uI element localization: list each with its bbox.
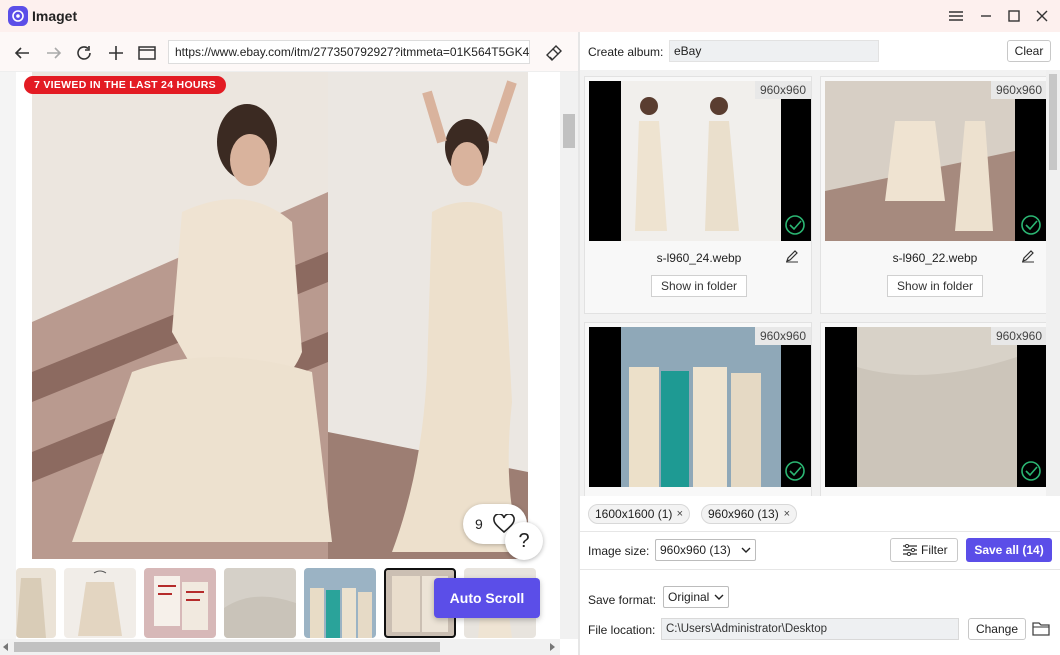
browser-toolbar: https://www.ebay.com/itm/277350792927?it…	[0, 32, 578, 72]
image-card[interactable]: 960x960	[584, 322, 812, 520]
thumbnail-item[interactable]	[144, 568, 216, 638]
image-card[interactable]: 960x960 s-l960_22.webp Show in folder	[820, 76, 1048, 314]
image-card[interactable]: 960x960	[820, 322, 1048, 520]
image-dimension-tag: 960x960	[754, 327, 811, 345]
save-settings: Save format: Original File location: C:\…	[580, 570, 1060, 655]
page-horizontal-scrollbar[interactable]	[0, 639, 560, 655]
product-main-image[interactable]	[32, 72, 528, 559]
image-grid: 960x960 s-l960_24.webp Show in folder 96…	[580, 70, 1060, 520]
filter-button[interactable]: Filter	[890, 538, 958, 562]
size-tags-row: 1600x1600 (1) × 960x960 (13) ×	[580, 496, 1060, 532]
change-location-button[interactable]: Change	[968, 618, 1026, 640]
selected-check-icon[interactable]	[785, 461, 805, 481]
save-format-label: Save format:	[588, 593, 657, 607]
scroll-left-arrow-icon[interactable]	[2, 643, 10, 651]
image-size-value: 960x960 (13)	[660, 543, 731, 557]
selected-check-icon[interactable]	[1021, 215, 1041, 235]
filter-label: Filter	[921, 543, 948, 557]
image-dimension-tag: 960x960	[990, 81, 1047, 99]
show-in-folder-button[interactable]: Show in folder	[651, 275, 747, 297]
page-horizontal-scroll-thumb[interactable]	[14, 642, 440, 652]
menu-icon[interactable]	[946, 6, 966, 26]
thumbnail-item[interactable]	[64, 568, 136, 638]
web-page-view: 7 VIEWED IN THE LAST 24 HOURS 9 ? Auto S…	[0, 72, 578, 655]
thumbnail-item[interactable]	[16, 568, 56, 638]
album-name-input[interactable]: eBay	[669, 40, 879, 62]
show-in-folder-button[interactable]: Show in folder	[887, 275, 983, 297]
new-tab-plus-icon[interactable]	[105, 42, 127, 64]
like-count: 9	[475, 516, 483, 532]
open-folder-icon[interactable]	[1032, 620, 1050, 636]
rename-pencil-icon[interactable]	[785, 249, 799, 263]
selected-check-icon[interactable]	[785, 215, 805, 235]
scroll-right-arrow-icon[interactable]	[548, 643, 556, 651]
image-card[interactable]: 960x960 s-l960_24.webp Show in folder	[584, 76, 812, 314]
image-size-select[interactable]: 960x960 (13)	[655, 539, 756, 561]
image-preview[interactable]: 960x960	[589, 81, 811, 241]
tabs-window-icon[interactable]	[136, 42, 158, 64]
remove-tag-icon[interactable]: ×	[677, 505, 683, 523]
thumbnail-item[interactable]	[304, 568, 376, 638]
maximize-icon[interactable]	[1004, 6, 1024, 26]
file-location-input[interactable]: C:\Users\Administrator\Desktop	[661, 618, 959, 640]
image-preview[interactable]: 960x960	[589, 327, 811, 487]
page-vertical-scroll-thumb[interactable]	[563, 114, 575, 148]
image-preview[interactable]: 960x960	[825, 81, 1047, 241]
minimize-icon[interactable]	[976, 6, 996, 26]
clear-brush-icon[interactable]	[543, 42, 565, 64]
image-size-label: Image size:	[588, 544, 650, 558]
save-all-button[interactable]: Save all (14)	[966, 538, 1052, 562]
thumbnail-item[interactable]	[224, 568, 296, 638]
download-panel: Create album: eBay Clear 960x960 s-l960_…	[580, 32, 1060, 655]
image-preview[interactable]: 960x960	[825, 327, 1047, 487]
size-tag[interactable]: 1600x1600 (1) ×	[588, 504, 690, 524]
clear-button[interactable]: Clear	[1007, 40, 1051, 62]
close-icon[interactable]	[1032, 6, 1052, 26]
chevron-down-icon	[714, 594, 724, 600]
save-format-value: Original	[668, 590, 710, 604]
page-left-margin	[0, 72, 16, 639]
title-bar: Imaget	[0, 0, 1060, 32]
image-dimension-tag: 960x960	[754, 81, 811, 99]
selected-check-icon[interactable]	[1021, 461, 1041, 481]
help-button[interactable]: ?	[505, 522, 543, 560]
app-title: Imaget	[32, 8, 78, 24]
image-filename: s-l960_24.webp	[656, 251, 742, 265]
file-location-label: File location:	[588, 623, 656, 637]
remove-tag-icon[interactable]: ×	[784, 505, 790, 523]
imaget-logo-icon	[8, 6, 28, 26]
viewed-count-badge: 7 VIEWED IN THE LAST 24 HOURS	[24, 76, 226, 94]
size-tag-label: 1600x1600 (1)	[595, 507, 673, 521]
auto-scroll-button[interactable]: Auto Scroll	[434, 578, 540, 618]
chevron-down-icon	[741, 547, 751, 553]
filter-sliders-icon	[903, 544, 917, 556]
rename-pencil-icon[interactable]	[1021, 249, 1035, 263]
image-filename: s-l960_22.webp	[892, 251, 978, 265]
grid-scroll-thumb[interactable]	[1049, 74, 1057, 170]
create-album-label: Create album:	[588, 45, 664, 59]
grid-vertical-scrollbar[interactable]	[1046, 70, 1060, 520]
url-address-bar[interactable]: https://www.ebay.com/itm/277350792927?it…	[168, 40, 530, 64]
back-arrow-icon[interactable]	[11, 42, 33, 64]
reload-icon[interactable]	[73, 42, 95, 64]
image-dimension-tag: 960x960	[990, 327, 1047, 345]
size-tag-label: 960x960 (13)	[708, 507, 779, 521]
page-vertical-scrollbar[interactable]	[560, 72, 578, 639]
size-tag[interactable]: 960x960 (13) ×	[701, 504, 797, 524]
image-size-row: Image size: 960x960 (13) Filter Save all…	[580, 532, 1060, 570]
save-format-select[interactable]: Original	[663, 586, 729, 608]
forward-arrow-icon[interactable]	[43, 42, 65, 64]
